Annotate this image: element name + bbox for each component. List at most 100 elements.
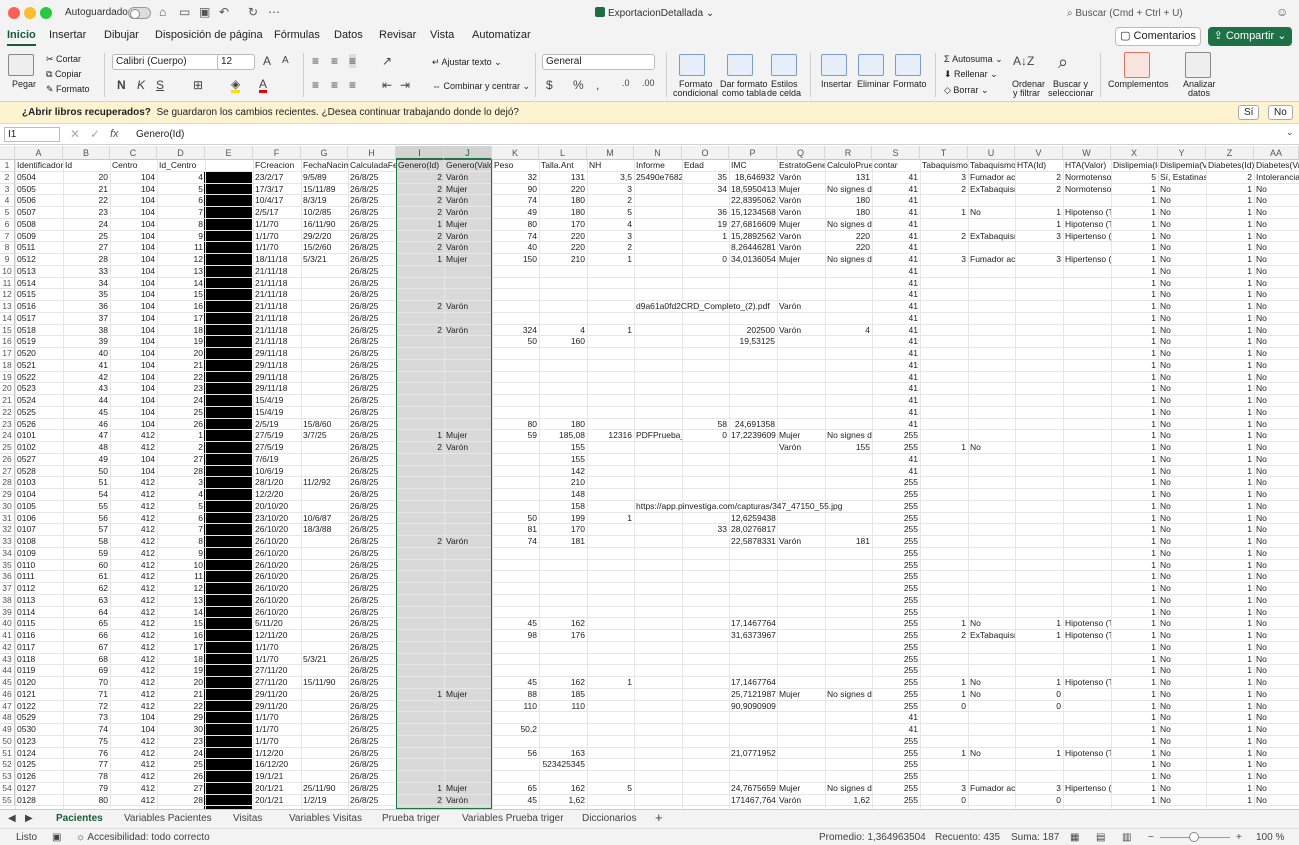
row-header[interactable]: 39 (0, 606, 15, 619)
cell[interactable]: 1/1/70 (253, 219, 301, 231)
cell[interactable]: 104 (110, 372, 157, 384)
row-header[interactable]: 34 (0, 547, 15, 560)
cell[interactable]: 34 (63, 278, 110, 290)
cell[interactable]: 255 (872, 477, 920, 489)
cell[interactable]: 0 (1015, 701, 1063, 713)
cells-area[interactable]: Identificador Id Centro Id_Centro FCreacion F… (15, 160, 1299, 809)
column-header[interactable]: M (587, 146, 634, 160)
cell[interactable]: d9a61a0fd2CRD_Completo_(2).pdf (634, 301, 874, 313)
cell[interactable]: No (1158, 419, 1206, 431)
cell[interactable]: 104 (110, 184, 157, 196)
cell[interactable]: 1 (1206, 477, 1254, 489)
row-header[interactable]: 49 (0, 724, 15, 736)
cell[interactable]: 24 (157, 748, 205, 760)
cell[interactable]: HTA(Id) (1015, 160, 1063, 172)
row-header[interactable]: 54 (0, 782, 15, 795)
cell[interactable]: 26/8/25 (348, 219, 396, 231)
cell[interactable]: No (1254, 395, 1299, 407)
cell[interactable]: Mujer (777, 254, 825, 266)
cell[interactable]: 0517 (15, 313, 63, 325)
cell[interactable]: 0530 (15, 724, 63, 736)
cell[interactable]: No (1158, 736, 1206, 748)
cell[interactable]: 76 (63, 748, 110, 760)
cell[interactable]: 412 (110, 701, 157, 713)
column-header[interactable]: V (1015, 146, 1063, 160)
cell[interactable]: IMC (729, 160, 777, 172)
cell[interactable]: 1 (1111, 618, 1158, 630)
cell[interactable]: No (1254, 771, 1299, 783)
sheet-tab-diccionarios[interactable]: Diccionarios (582, 813, 636, 824)
cell[interactable]: 3 (920, 172, 968, 184)
row-header[interactable]: 42 (0, 641, 15, 654)
cell[interactable]: No (1158, 454, 1206, 466)
cell[interactable]: No (968, 748, 1015, 760)
cell[interactable]: 1 (1206, 595, 1254, 607)
cell[interactable]: No (968, 677, 1015, 689)
cell[interactable]: 148 (539, 489, 587, 501)
cell[interactable]: 0 (1015, 795, 1063, 807)
cell[interactable]: 1 (1111, 360, 1158, 372)
cell[interactable]: 31,6373967 (729, 630, 777, 642)
cell[interactable]: 1 (1206, 665, 1254, 677)
align-bottom-icon[interactable]: ≡ (349, 54, 357, 68)
cell[interactable]: 5 (1111, 172, 1158, 184)
search-box[interactable]: ⌕ Buscar (Cmd + Ctrl + U) (1063, 5, 1263, 22)
cell[interactable]: 1 (1015, 748, 1063, 760)
cell[interactable]: 255 (872, 701, 920, 713)
cell[interactable]: Tabaquismo (968, 160, 1015, 172)
cell[interactable]: 6 (157, 513, 205, 525)
redo-icon[interactable]: ↻ (248, 5, 258, 19)
cell[interactable]: 5/11/20 (253, 618, 301, 630)
cell[interactable]: Intolerancia (1254, 172, 1299, 184)
cell[interactable]: 12,6259438 (729, 513, 777, 525)
cell[interactable]: 1 (1206, 466, 1254, 478)
cell[interactable]: 26/8/25 (348, 654, 396, 666)
cell[interactable]: No (1158, 395, 1206, 407)
cell[interactable]: 255 (872, 536, 920, 548)
cell[interactable]: 1 (1111, 642, 1158, 654)
row-header[interactable]: 27 (0, 465, 15, 478)
macro-record-icon[interactable]: ▣ (52, 832, 61, 843)
cell[interactable]: 255 (872, 442, 920, 454)
cell[interactable]: 62 (63, 583, 110, 595)
cell[interactable]: 220 (539, 184, 587, 196)
cell[interactable]: 4 (157, 172, 205, 184)
cell[interactable]: 1 (1206, 266, 1254, 278)
cell[interactable]: 1 (1206, 184, 1254, 196)
cell[interactable]: 1 (1111, 524, 1158, 536)
cell[interactable]: 1 (1206, 736, 1254, 748)
cell[interactable]: https://app.pinvestiga.com/capturas/347_… (634, 501, 874, 513)
cell[interactable]: 48 (63, 442, 110, 454)
table-format-icon[interactable] (727, 54, 753, 76)
increase-indent-icon[interactable]: ⇥ (400, 78, 410, 92)
cell[interactable]: 18/11/18 (253, 254, 301, 266)
cell[interactable]: 26/10/20 (253, 524, 301, 536)
cell[interactable]: No (1254, 466, 1299, 478)
cell[interactable]: 181 (825, 536, 872, 548)
cell[interactable]: 21/11/18 (253, 336, 301, 348)
cell[interactable]: 1 (1111, 513, 1158, 525)
cell[interactable]: 255 (872, 642, 920, 654)
cell[interactable]: 5/3/21 (301, 654, 348, 666)
cell[interactable]: 180 (825, 195, 872, 207)
cell[interactable]: 1 (920, 207, 968, 219)
cell[interactable]: No (1158, 195, 1206, 207)
cell[interactable]: 162 (539, 783, 587, 795)
cell[interactable]: No signes d'l (825, 184, 872, 196)
share-button[interactable]: ⇪ Compartir ⌄ (1208, 27, 1292, 46)
fill-button[interactable]: ⬇ Rellenar ⌄ (944, 69, 998, 80)
cell[interactable]: 24,691358 (729, 419, 777, 431)
cell[interactable]: No (1254, 759, 1299, 771)
column-header[interactable]: C (110, 146, 157, 160)
decrease-decimal-icon[interactable]: .00 (642, 78, 655, 88)
conditional-format-icon[interactable] (679, 54, 705, 76)
cell[interactable]: No (1158, 489, 1206, 501)
cell[interactable]: 1 (920, 677, 968, 689)
cell[interactable]: 1 (1206, 724, 1254, 736)
column-header[interactable]: K (492, 146, 539, 160)
cell[interactable]: 28 (157, 795, 205, 807)
cell[interactable]: 29/11/18 (253, 348, 301, 360)
column-header[interactable]: Z (1206, 146, 1254, 160)
cell[interactable]: 51 (63, 477, 110, 489)
row-header[interactable]: 33 (0, 536, 15, 548)
